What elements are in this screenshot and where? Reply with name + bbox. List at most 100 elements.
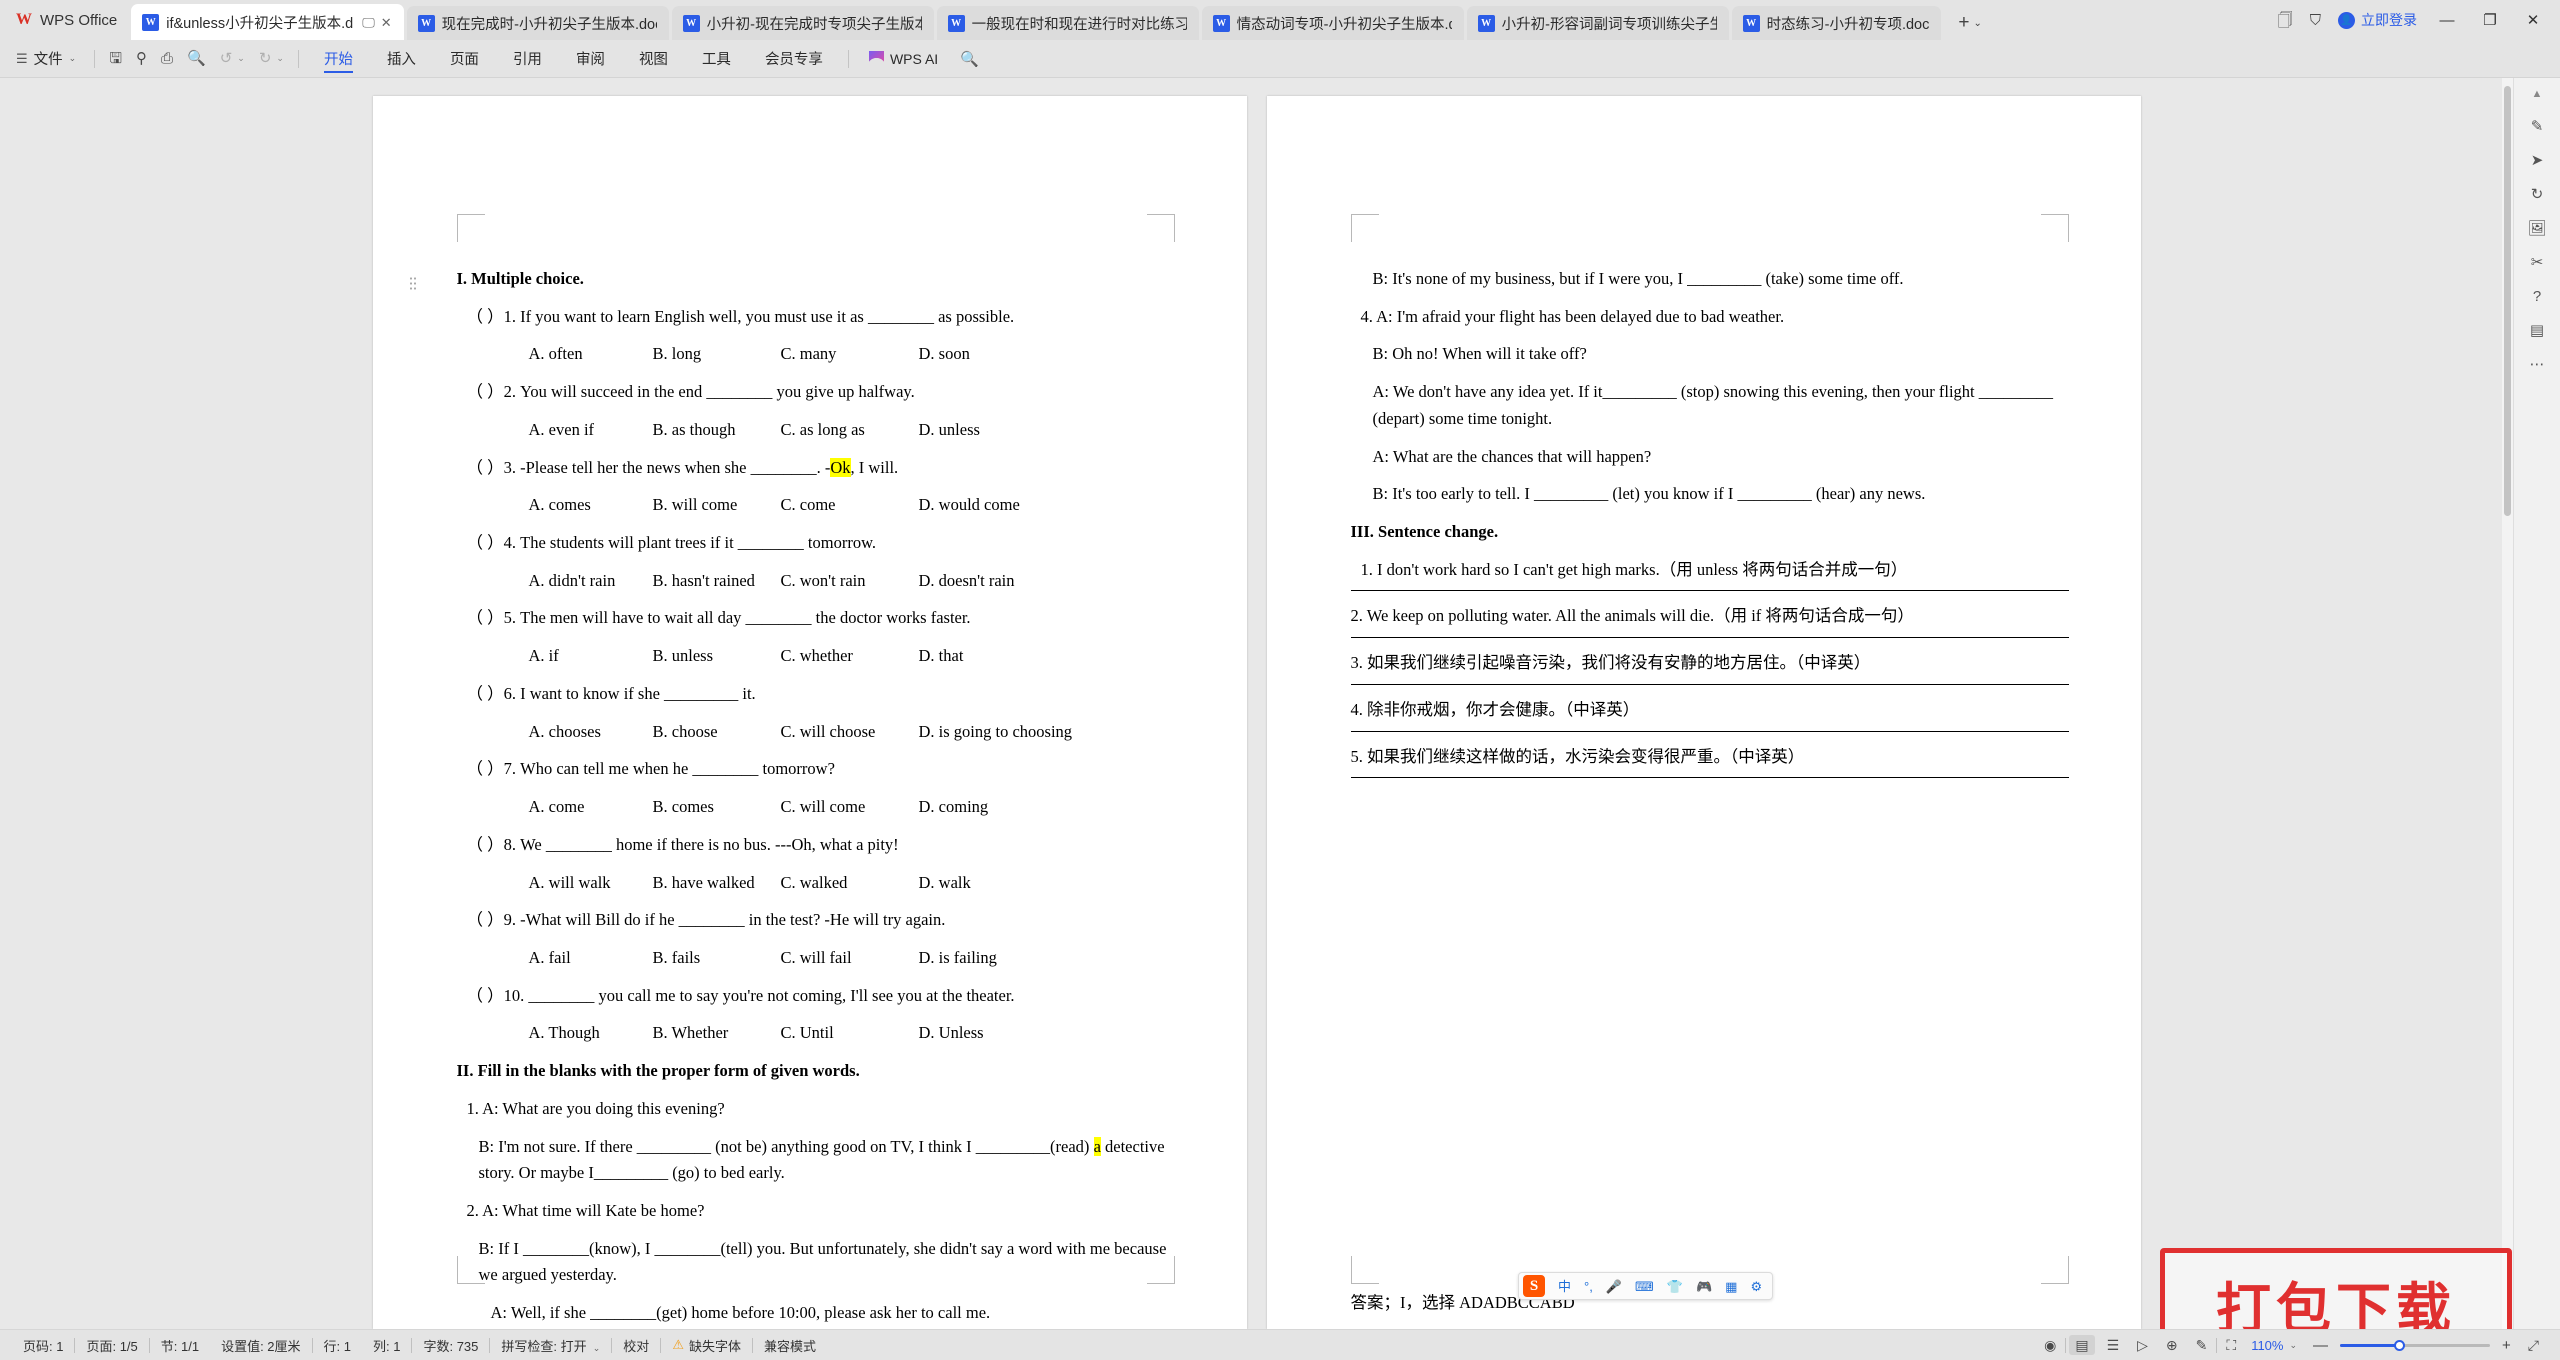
sentence-change-item: 4. 除非你戒烟，你才会健康。（中译英） [1350,697,2069,732]
status-word-count[interactable]: 字数: 735 [412,1336,489,1355]
question-stem: （ ）1. If you want to learn English well,… [466,306,1015,326]
option-d: D. coming [918,797,989,817]
file-menu-button[interactable]: ☰ 文件 ⌄ [8,48,86,69]
option-c: C. come [780,495,836,515]
ribbon-tab-page[interactable]: 页面 [433,41,496,77]
keyboard-icon[interactable]: ⌨ [1635,1280,1654,1293]
outline-view-icon[interactable]: ☰ [2098,1338,2129,1352]
doc-tab-1[interactable]: W 现在完成时-小升初尖子生版本.doc [406,6,669,40]
print-preview-icon[interactable]: 🔍 [187,51,206,66]
status-proofread[interactable]: 校对 [612,1336,660,1355]
word-doc-icon: W [142,13,160,31]
shape-icon[interactable]: ▤ [2530,323,2544,338]
ime-punctuation-icon[interactable]: °, [1584,1280,1593,1293]
sentence-text: 2. We keep on polluting water. All the a… [1350,606,1914,626]
zoom-out-button[interactable]: — [2305,1337,2336,1354]
sogou-logo-icon[interactable]: S [1523,1275,1545,1297]
eye-icon[interactable]: ◉ [2035,1338,2065,1352]
doc-tab-2[interactable]: W 小升初-现在完成时专项尖子生版本.do [671,6,934,40]
option-c: C. won't rain [780,570,866,590]
settings-icon[interactable]: ⚙ [1750,1280,1762,1293]
save-icon[interactable]: 🖫 [109,51,122,66]
option-b: B. fails [652,947,701,967]
ribbon-tab-tools[interactable]: 工具 [685,41,748,77]
ribbon-tab-home[interactable]: 开始 [307,41,370,77]
chevron-down-icon[interactable]: ⌄ [2289,1340,2305,1351]
help-icon[interactable]: ? [2533,289,2541,304]
skin-icon[interactable]: 👕 [1667,1280,1683,1293]
highlight-pen-icon[interactable]: ✎ [2187,1338,2217,1352]
login-button[interactable]: 👤 立即登录 [2338,10,2417,30]
cloud-save-icon[interactable]: ⚲ [136,51,147,66]
chevron-down-icon[interactable]: ⌄ [237,53,245,64]
fullscreen-icon[interactable]: ⤢ [2519,1338,2548,1352]
ribbon-tab-review[interactable]: 审阅 [559,41,622,77]
cursor-icon[interactable]: ➤ [2531,153,2544,168]
vertical-scrollbar[interactable] [2502,78,2513,1329]
status-spellcheck[interactable]: 拼写检查: 打开 ⌄ [490,1336,611,1355]
wps-office-logo[interactable]: W WPS Office [0,0,131,40]
scissors-icon[interactable]: ✂ [2531,255,2544,270]
scrollbar-thumb[interactable] [2504,86,2511,516]
ime-chinese-mode-icon[interactable]: 中 [1558,1280,1571,1293]
wps-ai-button[interactable]: WPS AI [857,51,950,67]
option-c: C. walked [780,872,848,892]
reading-view-icon[interactable]: ▷ [2128,1338,2157,1352]
zoom-slider[interactable] [2340,1339,2491,1351]
more-icon[interactable]: ⋯ [2530,357,2545,372]
wps-ai-icon [868,51,884,66]
sentence-text: 4. 除非你戒烟，你才会健康。（中译英） [1350,699,1640,719]
game-icon[interactable]: 🎮 [1696,1280,1712,1293]
paragraph-handle-icon[interactable] [408,276,418,290]
shield-icon[interactable]: ⛉ [2310,13,2321,28]
restore-button[interactable]: ❐ [2477,11,2503,29]
status-missing-font[interactable]: ⚠ 缺失字体 [661,1336,752,1355]
answer-blank-line [1350,777,2069,779]
dialogue-line: A: We don't have any idea yet. If it____… [1372,382,2054,428]
copy-icon[interactable]: 🗍 [2278,13,2293,28]
history-icon[interactable]: ↻ [2531,187,2544,202]
doc-tab-6[interactable]: W 时态练习-小升初专项.doc [1731,6,1942,40]
word-doc-icon: W [1212,14,1230,32]
monitor-icon[interactable]: 🖵 [362,16,375,29]
status-compat-mode[interactable]: 兼容模式 [753,1336,827,1355]
doc-tab-0[interactable]: W if&unless小升初尖子生版本.d 🖵 ✕ [131,4,404,40]
doc-tab-3[interactable]: W 一般现在时和现在进行时对比练习（小 [936,6,1199,40]
zoom-level-label[interactable]: 110% [2245,1338,2289,1353]
web-view-icon[interactable]: ⊕ [2157,1338,2187,1352]
new-tab-button[interactable]: + ⌄ [1944,6,1990,40]
undo-icon[interactable]: ↺ [220,51,233,66]
doc-tab-4[interactable]: W 情态动词专项-小升初尖子生版本.doc [1201,6,1464,40]
status-row: 行: 1 [323,1338,351,1354]
print-icon[interactable]: ⎙ [161,51,173,66]
status-bar-right: ◉ ▤ ☰ ▷ ⊕ ✎ ⛶ 110% ⌄ — + ⤢ [2035,1335,2548,1355]
document-page-2[interactable]: B: It's none of my business, but if I we… [1266,96,2141,1329]
search-icon[interactable]: 🔍 [950,50,989,68]
redo-icon[interactable]: ↻ [259,51,272,66]
option-c: C. many [780,344,837,364]
close-window-button[interactable]: ✕ [2520,11,2546,29]
document-page-1[interactable]: I. Multiple choice. （ ）1. If you want to… [372,96,1247,1329]
question-options: A. come B. comes C. will come D. coming [457,794,1175,821]
ribbon-tab-reference[interactable]: 引用 [496,41,559,77]
option-a: A. Though [528,1023,600,1043]
doc-tab-5[interactable]: W 小升初-形容词副词专项训练尖子生版 [1466,6,1729,40]
picture-icon[interactable]: 🖼 [2527,221,2546,236]
zoom-slider-knob[interactable] [2394,1339,2406,1351]
ribbon-tab-insert[interactable]: 插入 [370,41,433,77]
minimize-button[interactable]: — [2434,12,2460,29]
ribbon-tab-member[interactable]: 会员专享 [748,41,840,77]
collapse-up-icon[interactable]: ▲ [2532,88,2543,100]
apps-icon[interactable]: ▦ [1725,1280,1737,1293]
option-a: A. if [528,646,559,666]
microphone-icon[interactable]: 🎤 [1606,1280,1622,1293]
page-layout-view-icon[interactable]: ▤ [2069,1335,2095,1355]
fit-page-icon[interactable]: ⛶ [2217,1338,2245,1352]
zoom-in-button[interactable]: + [2494,1337,2519,1354]
pen-icon[interactable]: ✎ [2531,119,2544,134]
sogou-ime-toolbar[interactable]: S 中 °, 🎤 ⌨ 👕 🎮 ▦ ⚙ [1518,1272,1774,1300]
ribbon-tab-view[interactable]: 视图 [622,41,685,77]
doc-tab-label: 现在完成时-小升初尖子生版本.doc [441,16,657,33]
close-tab-icon[interactable]: ✕ [381,16,392,29]
chevron-down-icon[interactable]: ⌄ [276,53,284,64]
